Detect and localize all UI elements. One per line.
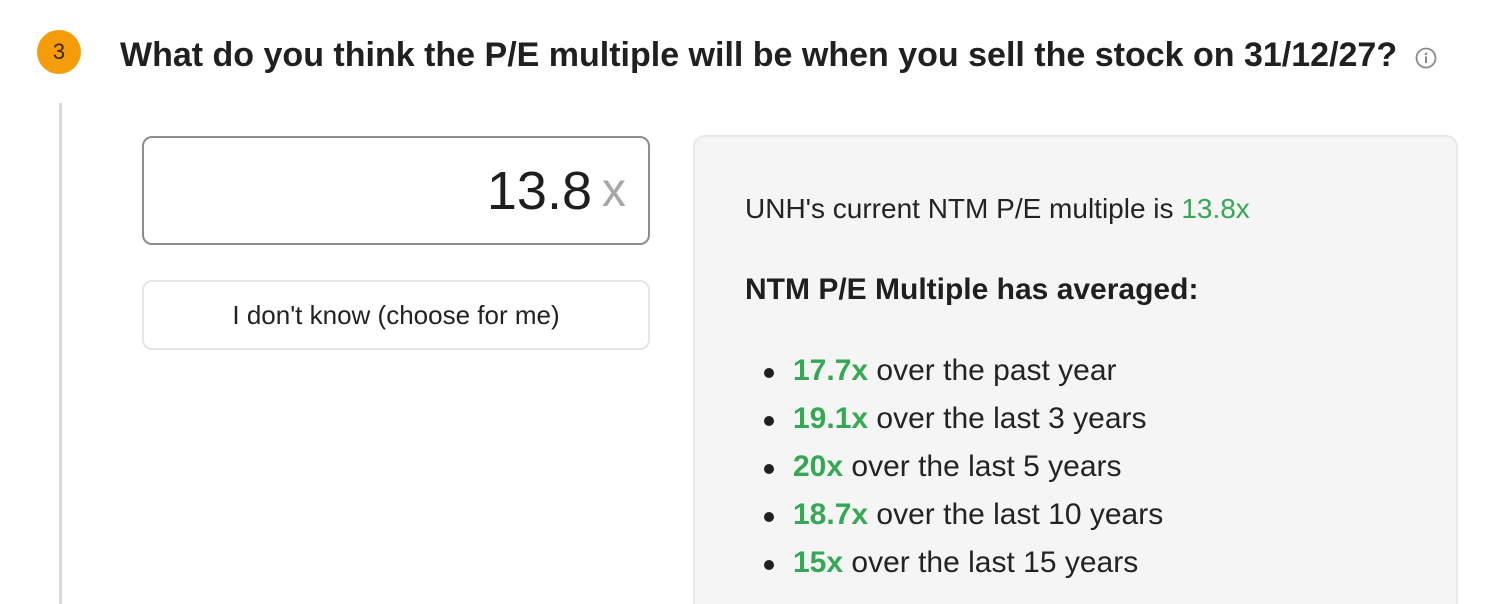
list-item: 15x over the last 15 years: [745, 543, 1163, 591]
current-multiple-prefix: UNH's current NTM P/E multiple is: [745, 193, 1182, 224]
step-number-badge: 3: [37, 30, 81, 74]
list-item: 19.1x over the last 3 years: [745, 399, 1163, 447]
list-item: 20x over the last 5 years: [745, 447, 1163, 495]
step-number: 3: [52, 39, 66, 64]
current-multiple-line: UNH's current NTM P/E multiple is 13.8x: [745, 193, 1250, 225]
step-timeline-line: [59, 103, 62, 604]
current-multiple-value: 13.8x: [1181, 193, 1250, 224]
pe-history-panel: UNH's current NTM P/E multiple is 13.8x …: [693, 135, 1458, 604]
bullet-icon: [764, 560, 774, 570]
average-value: 18.7x: [793, 498, 869, 531]
pe-multiple-suffix: x: [602, 163, 626, 217]
question-title: What do you think the P/E multiple will …: [120, 36, 1398, 74]
average-value: 17.7x: [793, 354, 869, 387]
bullet-icon: [764, 368, 774, 378]
average-period: over the last 5 years: [843, 450, 1122, 483]
averages-heading: NTM P/E Multiple has averaged:: [745, 273, 1199, 306]
bullet-icon: [764, 464, 774, 474]
average-value: 15x: [793, 546, 844, 579]
average-period: over the past year: [868, 354, 1117, 387]
average-value: 19.1x: [793, 402, 869, 435]
bullet-icon: [764, 512, 774, 522]
dont-know-button[interactable]: I don't know (choose for me): [142, 280, 650, 350]
list-item: 17.7x over the past year: [745, 351, 1163, 399]
averages-list: 17.7x over the past year 19.1x over the …: [745, 351, 1163, 591]
pe-multiple-input[interactable]: 13.8 x: [142, 136, 650, 245]
average-value: 20x: [793, 450, 844, 483]
list-item: 18.7x over the last 10 years: [745, 495, 1163, 543]
average-period: over the last 15 years: [843, 546, 1139, 579]
pe-multiple-step: 3 What do you think the P/E multiple wil…: [0, 0, 1500, 604]
pe-multiple-value: 13.8: [486, 160, 592, 221]
average-period: over the last 10 years: [868, 498, 1164, 531]
info-circle-icon[interactable]: [1415, 47, 1437, 69]
average-period: over the last 3 years: [868, 402, 1147, 435]
bullet-icon: [764, 416, 774, 426]
